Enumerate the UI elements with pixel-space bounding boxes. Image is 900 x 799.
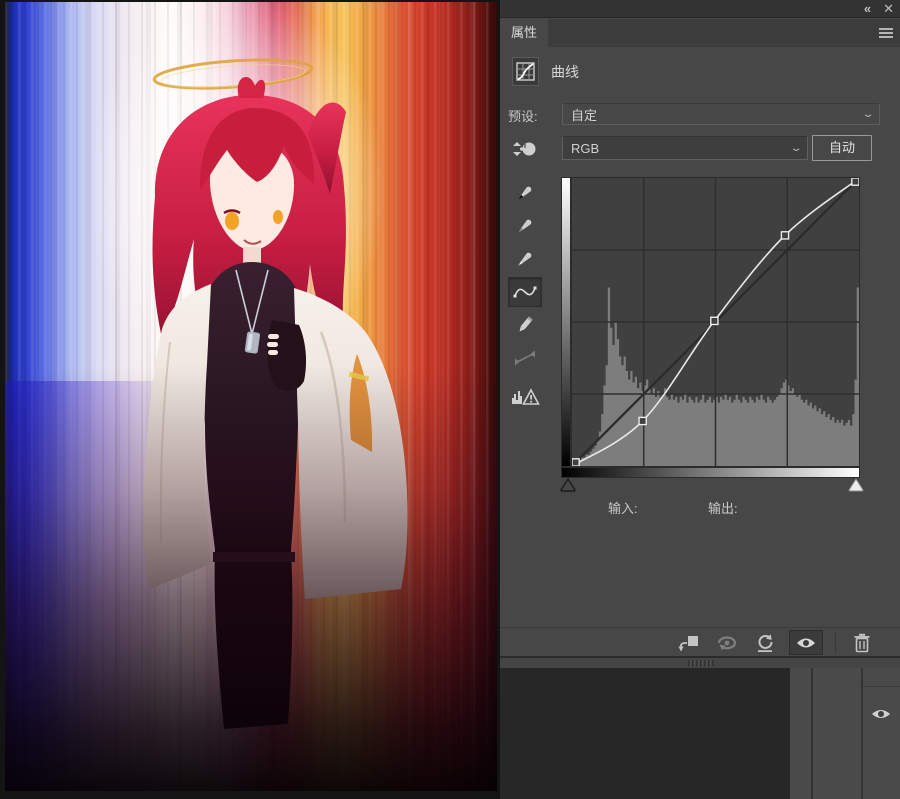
histogram-warning-icon[interactable] [508,381,542,411]
bottom-shadow [5,2,497,791]
adjustment-title: 曲线 [551,63,579,80]
clip-to-layer-icon[interactable] [675,630,703,655]
visibility-eye-icon[interactable] [789,630,823,655]
panel-resize-strip[interactable] [500,658,900,668]
application-window: « ✕ 属性 曲线 预设: 自定 ⌄ RGB ⌄ 自动 输入: 输出: [0,0,900,799]
targeted-adjustment-hand-icon[interactable] [508,134,542,164]
tool-column [508,178,544,414]
output-label: 输出: [708,501,738,516]
previous-state-eye-icon[interactable] [713,630,741,655]
preset-label: 预设: [508,109,538,124]
channel-value: RGB [571,140,600,156]
trash-icon[interactable] [848,630,876,655]
gray-point-eyedropper-icon[interactable] [508,211,542,241]
pencil-draw-curve-icon[interactable] [508,310,542,340]
curve-point-handle[interactable] [572,458,580,466]
input-gradient-strip [561,467,860,478]
curve-point-handle[interactable] [851,178,859,186]
curve-chart[interactable] [572,178,859,466]
preset-select[interactable]: 自定 ⌄ [562,103,880,125]
artwork-image[interactable] [5,2,497,791]
output-gradient-strip [561,177,571,467]
panel-footer-toolbar [500,627,900,656]
smooth-curve-icon[interactable] [508,343,542,373]
chevron-down-icon: ⌄ [789,142,803,154]
layers-list-area [500,668,790,799]
preset-row: 预设: 自定 ⌄ [508,103,892,125]
adjustment-header: 曲线 [512,57,579,86]
curve-plot-area[interactable] [571,177,860,467]
column-divider [861,668,863,799]
row-divider [863,686,900,687]
io-row: 输入: 输出: [500,498,900,518]
close-icon[interactable]: ✕ [883,1,894,17]
white-point-eyedropper-icon[interactable] [508,244,542,274]
curve-point-handle[interactable] [710,316,719,326]
auto-button[interactable]: 自动 [812,135,872,161]
channel-select[interactable]: RGB ⌄ [562,136,808,160]
panel-tabstrip: 属性 [500,19,900,47]
document-canvas[interactable] [0,0,500,799]
reset-icon[interactable] [751,630,779,655]
preset-value: 自定 [571,107,598,123]
layers-panel-fragment [500,668,900,799]
channel-row: RGB ⌄ 自动 [508,135,892,161]
chevron-down-icon: ⌄ [861,108,875,120]
hamburger-menu-icon[interactable] [879,28,893,38]
white-point-slider[interactable] [847,478,865,492]
curves-adjustment-icon [512,57,539,86]
curve-point-handle[interactable] [780,231,790,240]
properties-panel: « ✕ 属性 曲线 预设: 自定 ⌄ RGB ⌄ 自动 输入: 输出: [500,0,900,799]
collapse-panels-icon[interactable]: « [864,1,871,17]
black-point-slider[interactable] [559,478,577,492]
tab-properties[interactable]: 属性 [500,19,548,47]
column-divider [811,668,813,799]
edit-curve-points-icon[interactable] [508,277,542,307]
black-point-eyedropper-icon[interactable] [508,178,542,208]
input-label: 输入: [608,501,638,516]
toolbar-separator [835,631,836,654]
panel-titlebar: « ✕ [500,0,900,18]
curve-point-handle[interactable] [638,416,647,426]
layer-visibility-eye-icon[interactable] [870,706,892,722]
drag-grip-icon[interactable] [688,660,714,666]
